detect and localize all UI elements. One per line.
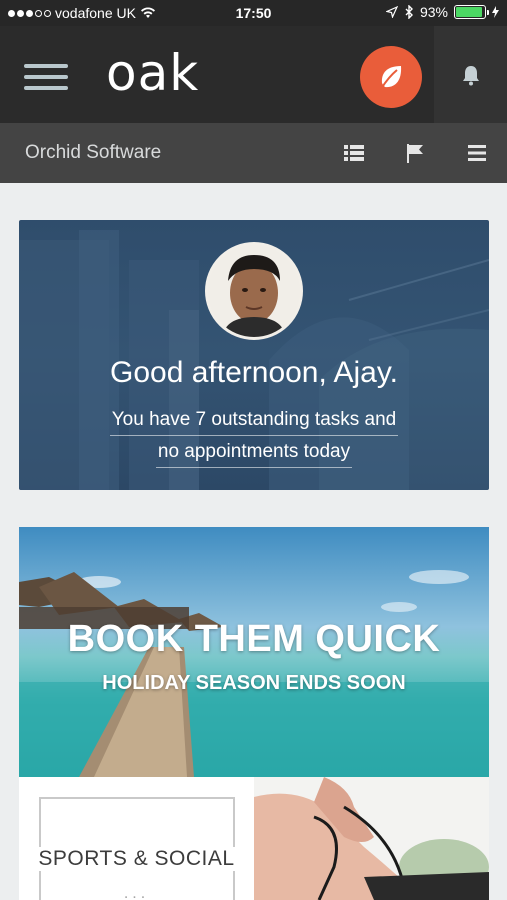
app-header: oak [0, 26, 507, 123]
notifications-button[interactable] [434, 26, 507, 123]
welcome-card: Good afternoon, Ajay. You have 7 outstan… [19, 220, 489, 490]
organization-name[interactable]: Orchid Software [25, 142, 161, 164]
promo-subtitle: HOLIDAY SEASON ENDS SOON [102, 672, 406, 694]
avatar-portrait [208, 245, 300, 337]
app-logo: oak [106, 44, 200, 102]
appointments-link[interactable]: no appointments today [155, 436, 353, 468]
greeting-text: Good afternoon, Ajay. [110, 356, 398, 389]
user-avatar[interactable] [205, 242, 303, 340]
location-arrow-icon [385, 6, 398, 18]
battery-icon [454, 5, 489, 19]
flag-icon[interactable] [403, 141, 427, 165]
leaf-icon [380, 66, 402, 90]
hamburger-menu-button[interactable] [24, 64, 68, 90]
holiday-promo-banner[interactable]: BOOK THEM QUICK HOLIDAY SEASON ENDS SOON [19, 527, 489, 777]
bell-icon [462, 65, 479, 85]
promo-title: BOOK THEM QUICK [67, 618, 441, 660]
menu-icon[interactable] [465, 141, 489, 165]
bluetooth-icon [405, 5, 413, 19]
sports-social-tile[interactable]: SPORTS & SOCIAL ... [19, 777, 254, 900]
list-view-icon[interactable] [342, 141, 366, 165]
leaf-action-button[interactable] [360, 46, 422, 108]
battery-fill [456, 7, 483, 17]
status-right: 93% [385, 4, 499, 20]
charging-icon [492, 6, 499, 18]
battery-percent: 93% [419, 4, 448, 20]
shoe-lacing-image-tile[interactable] [254, 777, 489, 900]
tasks-summary: You have 7 outstanding tasks and no appo… [19, 404, 489, 468]
org-bar: Orchid Software [0, 123, 507, 183]
status-bar: vodafone UK 17:50 93% [0, 0, 507, 26]
tile-dots: ... [123, 885, 150, 900]
running-shoe-image [254, 777, 489, 900]
sports-social-label: SPORTS & SOCIAL [19, 847, 254, 871]
tasks-link[interactable]: You have 7 outstanding tasks and [109, 404, 399, 436]
